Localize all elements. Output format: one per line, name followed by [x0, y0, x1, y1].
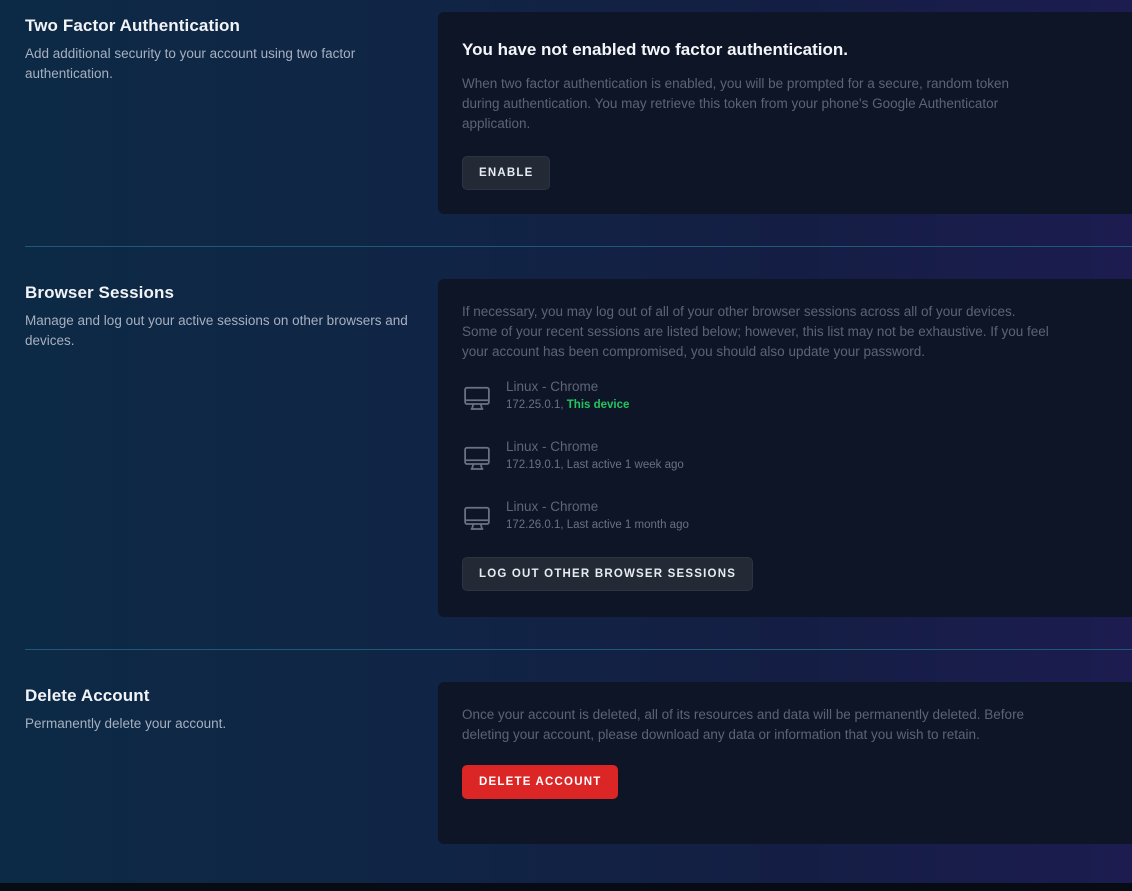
session-meta: 172.25.0.1, This device — [506, 396, 629, 414]
session-item: Linux - Chrome 172.25.0.1, This device — [462, 378, 1132, 422]
browser-sessions-text: If necessary, you may log out of all of … — [462, 304, 1049, 359]
two-factor-side: Two Factor Authentication Add additional… — [25, 16, 415, 84]
browser-sessions-side: Browser Sessions Manage and log out your… — [25, 283, 415, 351]
session-meta: 172.26.0.1, Last active 1 month ago — [506, 516, 689, 534]
section-divider — [25, 649, 1132, 650]
desktop-icon — [464, 446, 490, 470]
two-factor-title: Two Factor Authentication — [25, 16, 240, 35]
desktop-icon — [464, 506, 490, 530]
session-ip: 172.19.0.1, — [506, 459, 564, 471]
session-item: Linux - Chrome 172.19.0.1, Last active 1… — [462, 438, 1132, 482]
enable-two-factor-button[interactable]: Enable — [462, 156, 551, 190]
session-item: Linux - Chrome 172.26.0.1, Last active 1… — [462, 498, 1132, 542]
two-factor-card: You have not enabled two factor authenti… — [438, 12, 1132, 214]
delete-account-description: Permanently delete your account. — [25, 716, 227, 731]
session-name: Linux - Chrome — [506, 499, 599, 514]
page-footer-strip — [0, 883, 1132, 891]
two-factor-text: When two factor authentication is enable… — [462, 76, 1010, 131]
section-divider — [25, 246, 1132, 247]
session-ip: 172.25.0.1, — [506, 399, 564, 411]
desktop-icon — [464, 386, 490, 410]
session-ip: 172.26.0.1, — [506, 519, 564, 531]
two-factor-heading: You have not enabled two factor authenti… — [462, 40, 848, 59]
delete-account-button[interactable]: Delete Account — [462, 765, 619, 799]
session-meta: 172.19.0.1, Last active 1 week ago — [506, 456, 684, 474]
delete-account-card: Once your account is deleted, all of its… — [438, 682, 1132, 844]
delete-account-title: Delete Account — [25, 686, 150, 705]
browser-sessions-description: Manage and log out your active sessions … — [25, 313, 408, 348]
logout-other-sessions-button[interactable]: Log Out Other Browser Sessions — [462, 557, 754, 591]
session-last-active: Last active 1 month ago — [566, 519, 689, 531]
delete-account-side: Delete Account Permanently delete your a… — [25, 686, 415, 734]
browser-sessions-card: If necessary, you may log out of all of … — [438, 279, 1132, 617]
delete-account-text: Once your account is deleted, all of its… — [462, 707, 1025, 742]
browser-sessions-title: Browser Sessions — [25, 283, 174, 302]
session-name: Linux - Chrome — [506, 439, 599, 454]
session-last-active: Last active 1 week ago — [566, 459, 684, 471]
session-name: Linux - Chrome — [506, 379, 599, 394]
session-list: Linux - Chrome 172.25.0.1, This device L… — [462, 378, 1132, 542]
this-device-badge: This device — [566, 399, 630, 411]
two-factor-description: Add additional security to your account … — [25, 46, 356, 81]
